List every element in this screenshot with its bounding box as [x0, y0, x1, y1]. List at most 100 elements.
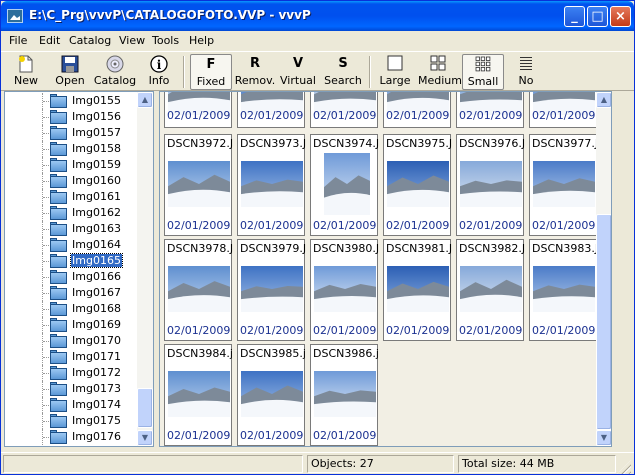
folder-icon — [50, 126, 67, 140]
thumbnail-item[interactable]: 02/01/2009 1 — [529, 92, 598, 128]
large-view-button[interactable]: Large — [376, 54, 414, 90]
no-thumbnails-button[interactable]: No — [509, 54, 543, 90]
thumbnail-item[interactable]: 02/01/2009 1 — [164, 92, 233, 128]
thumbnail-item[interactable]: DSCN3984.jp 02/01/2009 1 — [164, 344, 233, 446]
folder-icon — [50, 222, 67, 236]
scroll-up-icon[interactable]: ▲ — [596, 92, 611, 108]
folder-icon — [50, 110, 67, 124]
tree-item-label: Img0155 — [72, 94, 121, 107]
folder-tree[interactable]: Img0155 Img0156 Img0157 Img0158 Img0159 Img01… — [4, 91, 154, 447]
scroll-up-icon[interactable]: ▲ — [137, 92, 153, 108]
menu-view[interactable]: View — [119, 34, 145, 47]
thumbnail-filename: DSCN3977.JF — [532, 137, 598, 150]
thumbnail-item[interactable]: 02/01/2009 1 — [456, 92, 525, 128]
thumbnail-filename: DSCN3975.JF — [386, 137, 452, 150]
tree-item[interactable]: Img0166 — [5, 269, 139, 285]
thumbnail-item[interactable]: DSCN3979.JF 02/01/2009 1 — [237, 239, 306, 341]
tree-item[interactable]: Img0174 — [5, 397, 139, 413]
thumbnail-item[interactable]: 02/01/2009 1 — [310, 92, 379, 128]
minimize-button[interactable]: _ — [564, 6, 585, 27]
large-view-icon — [386, 55, 404, 73]
medium-view-button[interactable]: Medium — [418, 54, 462, 90]
thumbnail-item[interactable]: DSCN3977.JF 02/01/2009 1 — [529, 134, 598, 236]
grid-scrollbar[interactable]: ▲ ▼ — [596, 92, 611, 446]
tree-item[interactable]: Img0161 — [5, 189, 139, 205]
fixed-button[interactable]: F Fixed — [190, 54, 232, 90]
search-button[interactable]: S Search — [323, 54, 363, 90]
status-total-size: Total size: 44 MB — [458, 455, 616, 473]
thumbnail-item[interactable]: DSCN3978.JF 02/01/2009 1 — [164, 239, 233, 341]
tree-item[interactable]: Img0159 — [5, 157, 139, 173]
folder-icon — [50, 318, 67, 332]
new-button[interactable]: New — [7, 54, 45, 90]
thumbnail-item[interactable]: 02/01/2009 1 — [383, 92, 452, 128]
small-view-button[interactable]: Small — [462, 54, 504, 90]
menu-catalog[interactable]: Catalog — [69, 34, 111, 47]
tree-item[interactable]: Img0162 — [5, 205, 139, 221]
tree-item[interactable]: Img0158 — [5, 141, 139, 157]
maximize-button[interactable]: □ — [587, 6, 608, 27]
tree-item[interactable]: Img0155 — [5, 93, 139, 109]
tree-item[interactable]: Img0169 — [5, 317, 139, 333]
thumbnail-item[interactable]: DSCN3981.JF 02/01/2009 1 — [383, 239, 452, 341]
thumbnail-grid[interactable]: 02/01/2009 1 02/01/2009 1 02/01/2009 1 02/0… — [159, 91, 612, 447]
status-panel-empty — [3, 455, 303, 473]
tree-item-label: Img0172 — [72, 366, 121, 379]
tree-item[interactable]: Img0156 — [5, 109, 139, 125]
grid-scroll-thumb[interactable] — [596, 214, 611, 430]
tree-scroll-thumb[interactable] — [137, 388, 153, 428]
fixed-label: Fixed — [196, 75, 226, 88]
thumbnail-item[interactable]: DSCN3973.JF 02/01/2009 1 — [237, 134, 306, 236]
tree-item[interactable]: Img0176 — [5, 429, 139, 445]
thumbnail-item[interactable]: 02/01/2009 1 — [237, 92, 306, 128]
thumbnail-item[interactable]: DSCN3983.JF 02/01/2009 1 — [529, 239, 598, 341]
thumbnail-item[interactable]: DSCN3986.jp 02/01/2009 1 — [310, 344, 379, 446]
tree-item[interactable]: Img0165 — [5, 253, 139, 269]
tree-item[interactable]: Img0168 — [5, 301, 139, 317]
menu-help[interactable]: Help — [189, 34, 214, 47]
menu-edit[interactable]: Edit — [39, 34, 60, 47]
tree-scrollbar[interactable]: ▲ ▼ — [137, 92, 153, 446]
tree-item-label: Img0169 — [72, 318, 121, 331]
removable-button[interactable]: R Remov. — [234, 54, 276, 90]
thumbnail-item[interactable]: DSCN3976.JF 02/01/2009 1 — [456, 134, 525, 236]
thumbnail-filename: DSCN3983.JF — [532, 242, 598, 255]
folder-icon — [50, 302, 67, 316]
tree-item[interactable]: Img0160 — [5, 173, 139, 189]
title-bar[interactable]: E:\C_Prg\vvvP\CATALOGOFOTO.VVP - vvvP _ … — [1, 1, 634, 31]
menu-tools[interactable]: Tools — [152, 34, 179, 47]
thumbnail-image — [241, 371, 303, 417]
thumbnail-item[interactable]: DSCN3974.JF 02/01/2009 1 — [310, 134, 379, 236]
thumbnail-item[interactable]: DSCN3972.JF 02/01/2009 1 — [164, 134, 233, 236]
medium-view-icon — [429, 55, 447, 73]
virtual-button[interactable]: V Virtual — [279, 54, 317, 90]
scroll-down-icon[interactable]: ▼ — [596, 430, 611, 446]
tree-item[interactable]: Img0163 — [5, 221, 139, 237]
tree-item[interactable]: Img0167 — [5, 285, 139, 301]
close-button[interactable]: × — [610, 6, 631, 27]
tree-item[interactable]: Img0164 — [5, 237, 139, 253]
scroll-down-icon[interactable]: ▼ — [137, 430, 153, 446]
open-label: Open — [55, 74, 85, 87]
folder-icon — [50, 270, 67, 284]
thumbnail-item[interactable]: DSCN3982.JF 02/01/2009 1 — [456, 239, 525, 341]
thumbnail-date: 02/01/2009 1 — [313, 324, 379, 337]
tree-item[interactable]: Img0157 — [5, 125, 139, 141]
tree-item[interactable]: Img0171 — [5, 349, 139, 365]
resize-grip-icon[interactable] — [617, 460, 631, 474]
thumbnail-filename: DSCN3972.JF — [167, 137, 233, 150]
tree-item[interactable]: Img0175 — [5, 413, 139, 429]
medium-label: Medium — [418, 74, 462, 87]
thumbnail-item[interactable]: DSCN3985.jp 02/01/2009 1 — [237, 344, 306, 446]
info-button[interactable]: i Info — [142, 54, 176, 90]
tree-item[interactable]: Img0170 — [5, 333, 139, 349]
thumbnail-item[interactable]: DSCN3975.JF 02/01/2009 1 — [383, 134, 452, 236]
tree-item[interactable]: Img0173 — [5, 381, 139, 397]
open-button[interactable]: Open — [51, 54, 89, 90]
tree-item[interactable]: Img0172 — [5, 365, 139, 381]
catalog-button[interactable]: Catalog — [93, 54, 137, 90]
thumbnail-filename: DSCN3984.jp — [167, 347, 233, 360]
cd-disc-icon — [106, 55, 124, 73]
menu-file[interactable]: File — [9, 34, 27, 47]
thumbnail-item[interactable]: DSCN3980.JF 02/01/2009 1 — [310, 239, 379, 341]
